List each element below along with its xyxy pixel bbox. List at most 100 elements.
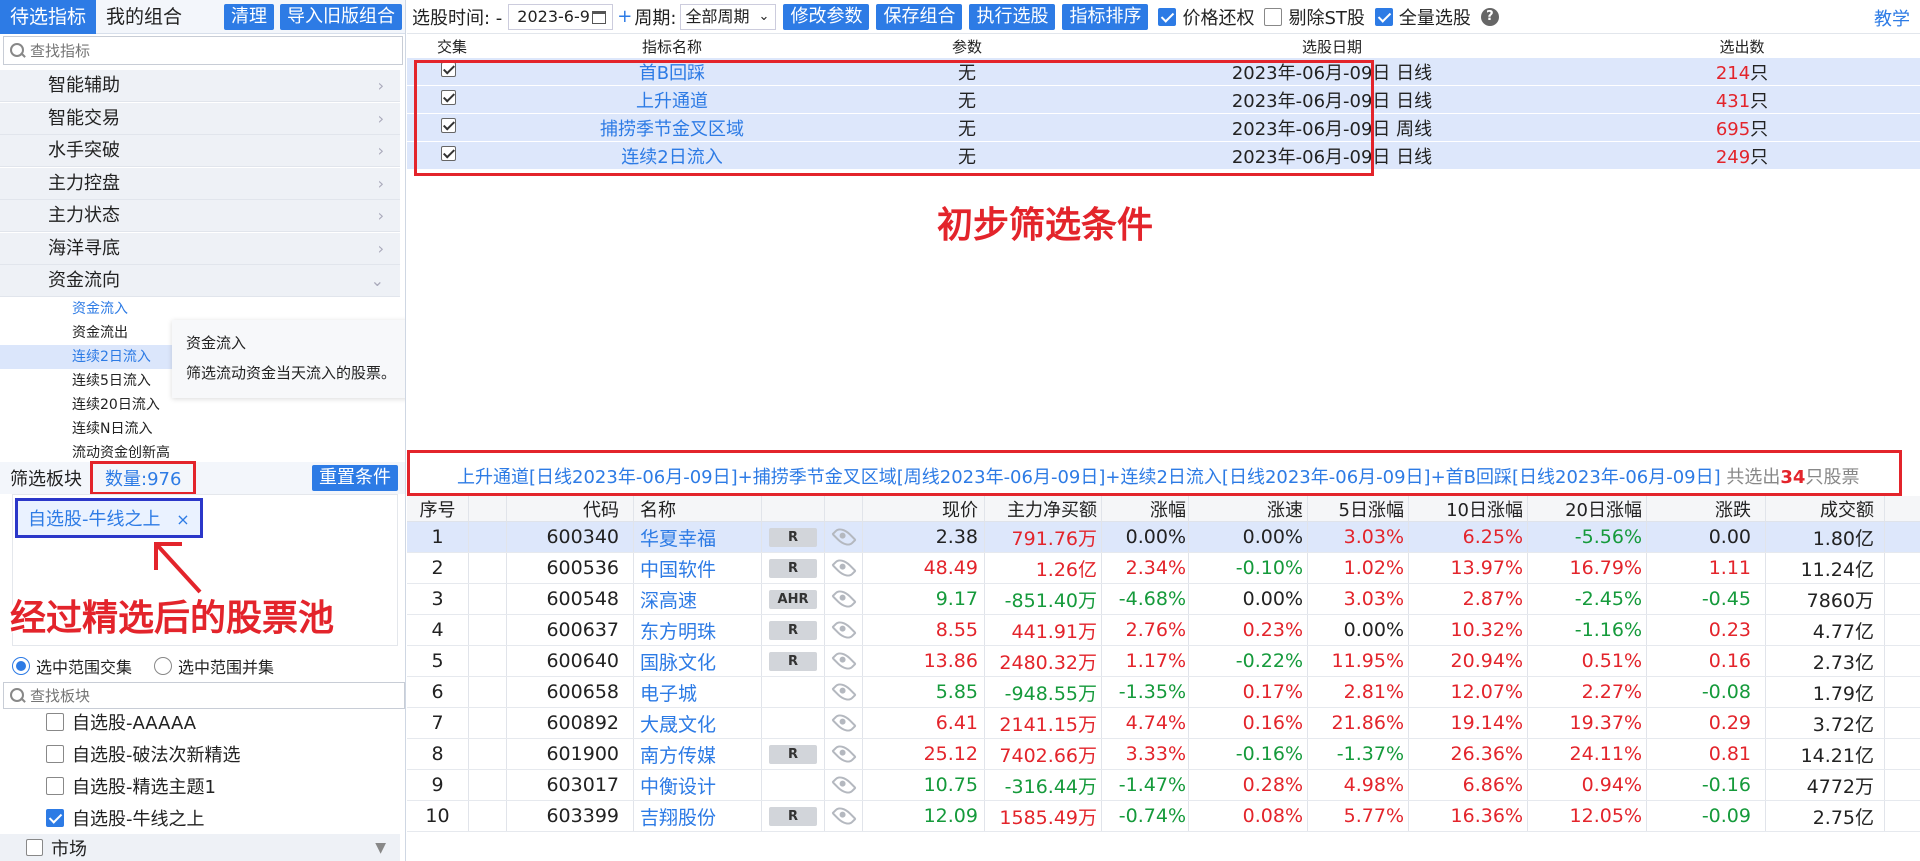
change-20d: -1.16% <box>1528 615 1647 645</box>
category-item[interactable]: 智能辅助 › <box>0 70 400 102</box>
eye-icon[interactable] <box>830 617 857 643</box>
table-row[interactable]: 7 600892 大晟文化 6.41 2141.15万 4.74% 0.16% 21.86% 1… <box>407 708 1920 739</box>
condition-row[interactable]: 捕捞季节金叉区域 无 2023年-06月-09日 周线 695只 <box>407 114 1920 142</box>
stock-name[interactable]: 华夏幸福 <box>634 522 762 552</box>
table-row[interactable]: 3 600548 深高速 AHR 9.17 -851.40万 -4.68% 0.00% 3.03… <box>407 584 1920 615</box>
eye-icon[interactable] <box>830 524 857 550</box>
category-item[interactable]: 智能交易 › <box>0 102 400 135</box>
condition-checkbox[interactable] <box>440 62 456 77</box>
condition-row[interactable]: 上升通道 无 2023年-06月-09日 日线 431只 <box>407 86 1920 114</box>
calendar-icon[interactable] <box>592 10 607 24</box>
import-old-combo-button[interactable]: 导入旧版组合 <box>280 3 402 30</box>
price: 6.41 <box>863 708 985 738</box>
date-field[interactable]: 2023-6-9 <box>508 3 614 30</box>
full-screen-check[interactable]: 全量选股 <box>1374 4 1471 30</box>
category-item[interactable]: 海洋寻底 › <box>0 232 400 265</box>
checkbox[interactable] <box>1158 7 1177 26</box>
eye-icon[interactable] <box>830 741 857 767</box>
speed: 0.08% <box>1189 801 1308 831</box>
table-row[interactable]: 9 603017 中衡设计 10.75 -316.44万 -1.47% 0.28% 4.98%… <box>407 770 1920 801</box>
table-row[interactable]: 4 600637 东方明珠 R 8.55 441.91万 2.76% 0.23% 0.00% 10… <box>407 615 1920 646</box>
board-checkbox[interactable] <box>46 809 64 827</box>
table-row[interactable]: 10 603399 吉翔股份 R 12.09 1585.49万 -0.74% 0.08% 5.7… <box>407 801 1920 832</box>
pool-tag[interactable]: 自选股-牛线之上 × <box>15 498 203 538</box>
condition-checkbox[interactable] <box>440 90 456 105</box>
board-item[interactable]: 自选股-精选主题1 <box>46 770 216 802</box>
category-item[interactable]: 资金流向 ⌄ <box>0 265 400 297</box>
help-icon[interactable]: ? <box>1480 7 1499 26</box>
board-checkbox[interactable] <box>46 777 64 795</box>
exclude-st-check[interactable]: 剔除ST股 <box>1264 4 1365 30</box>
eye-icon[interactable] <box>830 803 857 829</box>
condition-checkbox[interactable] <box>440 146 456 161</box>
condition-name[interactable]: 首B回踩 <box>497 59 847 85</box>
table-row[interactable]: 8 601900 南方传媒 R 25.12 7402.66万 3.33% -0.16% -1.3… <box>407 739 1920 770</box>
condition-name[interactable]: 上升通道 <box>497 87 847 113</box>
run-screen-button[interactable]: 执行选股 <box>969 3 1056 30</box>
eye-icon[interactable] <box>830 586 857 612</box>
board-checkbox[interactable] <box>46 713 64 731</box>
indicator-search[interactable] <box>3 36 403 65</box>
stock-name[interactable]: 中国软件 <box>634 553 762 583</box>
eye-icon[interactable] <box>830 710 857 736</box>
eye-icon[interactable] <box>830 772 857 798</box>
condition-row[interactable]: 首B回踩 无 2023年-06月-09日 日线 214只 <box>407 58 1920 86</box>
price-adjust-check[interactable]: 价格还权 <box>1158 4 1254 30</box>
reset-conditions-button[interactable]: 重置条件 <box>312 465 398 491</box>
stock-name[interactable]: 电子城 <box>634 677 762 707</box>
indicator-search-input[interactable] <box>30 41 402 60</box>
speed: 0.23% <box>1189 615 1308 645</box>
board-item[interactable]: 自选股-牛线之上 <box>46 802 205 834</box>
save-combo-button[interactable]: 保存组合 <box>876 3 963 30</box>
results-col-header: 5日涨幅 <box>1308 496 1409 521</box>
table-row[interactable]: 6 600658 电子城 5.85 -948.55万 -1.35% 0.17% 2.81% 12… <box>407 677 1920 708</box>
market-checkbox[interactable] <box>26 839 43 856</box>
checkbox[interactable] <box>1264 7 1283 26</box>
radio-union[interactable]: 选中范围并集 <box>154 654 274 678</box>
pool-tag-label: 自选股-牛线之上 <box>28 509 161 530</box>
board-search[interactable] <box>3 682 405 709</box>
condition-checkbox[interactable] <box>440 118 456 133</box>
eye-icon[interactable] <box>830 648 857 674</box>
stock-name[interactable]: 中衡设计 <box>634 770 762 800</box>
stock-name[interactable]: 大晟文化 <box>634 708 762 738</box>
clear-button[interactable]: 清理 <box>224 3 274 30</box>
category-item[interactable]: 主力控盘 › <box>0 167 400 200</box>
board-item[interactable]: 自选股-破法次新精选 <box>46 738 241 770</box>
close-icon[interactable]: × <box>176 510 189 529</box>
checkbox[interactable] <box>1374 7 1393 26</box>
radio-intersection[interactable]: 选中范围交集 <box>12 654 132 678</box>
add-date-button[interactable]: + <box>617 6 632 27</box>
table-row[interactable]: 2 600536 中国软件 R 48.49 1.26亿 2.34% -0.10% 1.02% 13… <box>407 553 1920 584</box>
category-item[interactable]: 水手突破 › <box>0 135 400 167</box>
table-row[interactable]: 1 600340 华夏幸福 R 2.38 791.76万 0.00% 0.00% 3.03% 6.… <box>407 522 1920 553</box>
indicator-tooltip: 资金流入 筛选流动资金当天流入的股票。 <box>172 320 405 398</box>
stock-name[interactable]: 国脉文化 <box>634 646 762 676</box>
tab-candidate-indicators[interactable]: 待选指标 <box>0 0 97 34</box>
condition-name[interactable]: 捕捞季节金叉区域 <box>497 115 847 141</box>
modify-params-button[interactable]: 修改参数 <box>783 3 870 30</box>
table-row[interactable]: 5 600640 国脉文化 R 13.86 2480.32万 1.17% -0.22% 11.9… <box>407 646 1920 677</box>
subitem[interactable]: 资金流入 <box>0 297 400 321</box>
eye-icon[interactable] <box>830 679 857 705</box>
eye-icon[interactable] <box>830 555 857 581</box>
subitem[interactable]: 连续N日流入 <box>0 417 400 441</box>
stock-name[interactable]: 吉翔股份 <box>634 801 762 831</box>
stock-badge: R <box>769 651 817 671</box>
row-blank <box>469 646 507 676</box>
board-checkbox[interactable] <box>46 745 64 763</box>
tab-my-combos[interactable]: 我的组合 <box>96 0 192 34</box>
period-select[interactable]: 全部周期 ⌄ <box>680 3 777 30</box>
tutorial-link[interactable]: 教学 <box>1874 5 1910 31</box>
stock-name[interactable]: 东方明珠 <box>634 615 762 645</box>
board-search-input[interactable] <box>30 686 404 705</box>
time-label: 选股时间: - <box>412 7 503 29</box>
stock-name[interactable]: 深高速 <box>634 584 762 614</box>
market-group[interactable]: 市场 ▼ <box>0 834 400 861</box>
category-item[interactable]: 主力状态 › <box>0 200 400 232</box>
condition-row[interactable]: 连续2日流入 无 2023年-06月-09日 日线 249只 <box>407 142 1920 170</box>
board-item[interactable]: 自选股-AAAAA <box>46 706 196 738</box>
stock-name[interactable]: 南方传媒 <box>634 739 762 769</box>
sort-indicators-button[interactable]: 指标排序 <box>1062 3 1149 30</box>
condition-name[interactable]: 连续2日流入 <box>497 143 847 169</box>
